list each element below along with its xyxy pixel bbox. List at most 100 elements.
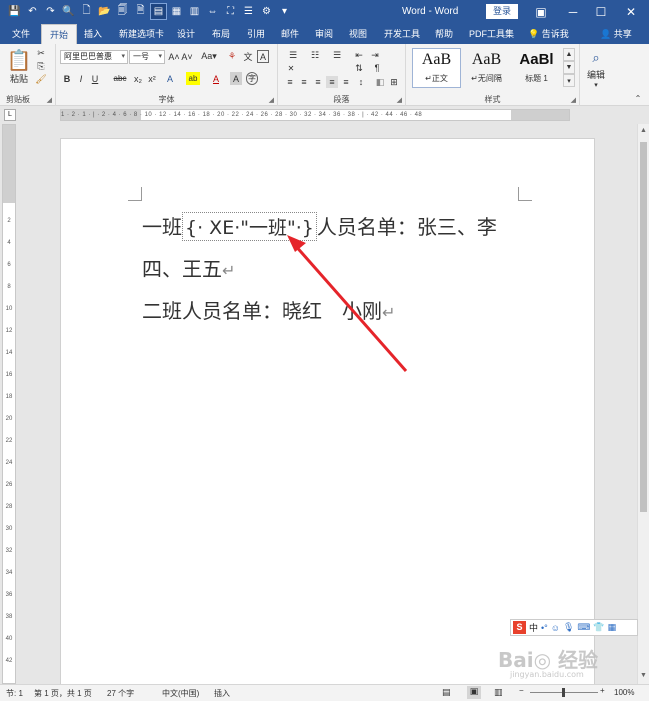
paragraph-launcher-icon[interactable]: ◢ bbox=[397, 96, 402, 104]
numbering-icon[interactable]: ☷ bbox=[306, 48, 324, 62]
scroll-down-icon[interactable]: ▼ bbox=[640, 672, 647, 679]
tab-help[interactable]: 帮助 bbox=[435, 24, 453, 44]
chevron-down-icon[interactable]: ▾ bbox=[590, 80, 602, 90]
redo-icon[interactable]: ↷ bbox=[42, 3, 59, 20]
character-border-icon[interactable]: A bbox=[257, 50, 269, 63]
tab-layout[interactable]: 布局 bbox=[212, 24, 230, 44]
align-center-icon[interactable]: ≡ bbox=[298, 76, 310, 88]
shrink-font-icon[interactable]: A˅ bbox=[181, 50, 193, 63]
show-marks-icon[interactable]: ¶ bbox=[370, 62, 384, 74]
print-preview-icon[interactable]: 🔍 bbox=[60, 3, 77, 20]
insert-mode-indicator[interactable]: 插入 bbox=[214, 688, 230, 699]
subscript-button[interactable]: x₂ bbox=[132, 72, 144, 85]
enclose-characters-icon[interactable]: 字 bbox=[246, 72, 258, 85]
share-button[interactable]: 👤 共享 bbox=[600, 24, 632, 44]
language-indicator[interactable]: 中文(中国) bbox=[162, 688, 199, 699]
emoji-icon[interactable]: ☺ bbox=[551, 623, 560, 633]
keyboard-icon[interactable]: ⌨ bbox=[577, 622, 590, 633]
punctuation-icon[interactable]: •° bbox=[541, 623, 548, 633]
open-icon[interactable]: 📂 bbox=[96, 3, 113, 20]
clear-formatting-icon[interactable]: ⚘ bbox=[226, 50, 238, 63]
tab-selector-icon[interactable]: L bbox=[4, 109, 16, 121]
tab-home[interactable]: 开始 bbox=[41, 24, 78, 44]
font-launcher-icon[interactable]: ◢ bbox=[269, 96, 274, 104]
zoom-in-icon[interactable]: + bbox=[600, 686, 605, 695]
login-button[interactable]: 登录 bbox=[486, 4, 518, 19]
tab-mailings[interactable]: 邮件 bbox=[281, 24, 299, 44]
paste-button[interactable]: 粘贴 bbox=[9, 72, 29, 84]
new-document-icon[interactable]: 🗋 bbox=[78, 3, 95, 20]
customize-toolbar-icon[interactable]: ▾ bbox=[276, 3, 293, 20]
chinese-layout-icon[interactable]: ✕ bbox=[284, 62, 298, 74]
view-icon[interactable]: ▤ bbox=[150, 3, 167, 20]
document-page[interactable]: 一班 {· XE·"一班"·} 人员名单：张三、李 四、王五↵ 二班人员名单：晓红 … bbox=[60, 138, 595, 684]
styles-scroll-up-icon[interactable]: ▲ bbox=[563, 48, 575, 61]
bullets-icon[interactable]: ☰ bbox=[284, 48, 302, 62]
styles-more-icon[interactable]: ▾ bbox=[563, 74, 575, 87]
save-icon[interactable]: 💾 bbox=[6, 3, 23, 20]
ime-language[interactable]: 中 bbox=[529, 621, 538, 634]
microphone-icon[interactable]: 🎙 bbox=[563, 622, 574, 633]
tab-view[interactable]: 视图 bbox=[349, 24, 367, 44]
font-name-select[interactable]: 阿里巴巴普惠 ▾ bbox=[60, 50, 128, 64]
text-effects-icon[interactable]: A bbox=[164, 72, 176, 85]
align-right-icon[interactable]: ≡ bbox=[312, 76, 324, 88]
style-no-spacing[interactable]: AaB ↵无间隔 bbox=[462, 48, 511, 88]
underline-button[interactable]: U bbox=[90, 72, 100, 85]
select-icon[interactable]: ⛶ bbox=[222, 3, 239, 20]
vertical-scrollbar[interactable]: ▲ ▼ bbox=[637, 124, 649, 684]
tab-references[interactable]: 引用 bbox=[247, 24, 265, 44]
paste-icon[interactable]: 📋 bbox=[7, 48, 32, 72]
line-spacing-icon[interactable]: ↕ bbox=[354, 76, 368, 88]
tell-me-search[interactable]: 💡 告诉我 bbox=[528, 24, 569, 44]
web-layout-icon[interactable]: ▥ bbox=[494, 687, 503, 698]
italic-button[interactable]: I bbox=[76, 72, 86, 85]
scrollbar-thumb[interactable] bbox=[640, 142, 647, 512]
zoom-slider-thumb[interactable] bbox=[562, 688, 565, 697]
distributed-icon[interactable]: ≡ bbox=[340, 76, 352, 88]
table-icon[interactable]: ▦ bbox=[168, 3, 185, 20]
undo-icon[interactable]: ↶ bbox=[24, 3, 41, 20]
sort-icon[interactable]: ⇅ bbox=[352, 62, 366, 74]
styles-launcher-icon[interactable]: ◢ bbox=[571, 96, 576, 104]
character-shading-icon[interactable]: A bbox=[230, 72, 242, 85]
decrease-indent-icon[interactable]: ⇤ bbox=[352, 48, 366, 62]
list-icon[interactable]: ☰ bbox=[240, 3, 257, 20]
bold-button[interactable]: B bbox=[62, 72, 72, 85]
justify-icon[interactable]: ≡ bbox=[326, 76, 338, 88]
ribbon-display-options-icon[interactable]: ▣ bbox=[525, 0, 557, 24]
tab-new-tab[interactable]: 新建选项卡 bbox=[119, 24, 164, 44]
styles-scroll-down-icon[interactable]: ▼ bbox=[563, 61, 575, 74]
change-case-icon[interactable]: Aa▾ bbox=[198, 50, 220, 63]
maximize-icon[interactable]: ☐ bbox=[585, 0, 617, 24]
scroll-up-icon[interactable]: ▲ bbox=[640, 127, 647, 134]
settings-icon[interactable]: ⚙ bbox=[258, 3, 275, 20]
print-layout-icon[interactable]: ▣ bbox=[467, 686, 481, 699]
columns-icon[interactable]: ▥ bbox=[186, 3, 203, 20]
cut-icon[interactable]: ✂ bbox=[35, 47, 47, 59]
section-indicator[interactable]: 节: 1 bbox=[6, 688, 23, 699]
strikethrough-button[interactable]: abc bbox=[110, 72, 130, 85]
font-size-select[interactable]: 一号 ▾ bbox=[129, 50, 165, 64]
zoom-level[interactable]: 100% bbox=[614, 688, 634, 697]
collapse-ribbon-icon[interactable]: ⌃ bbox=[632, 92, 644, 104]
close-icon[interactable]: ✕ bbox=[615, 0, 647, 24]
page-indicator[interactable]: 第 1 页，共 1 页 bbox=[34, 688, 92, 699]
highlight-color-icon[interactable]: ab bbox=[186, 72, 200, 85]
word-count[interactable]: 27 个字 bbox=[107, 688, 134, 699]
toolbox-icon[interactable]: ▦ bbox=[608, 622, 617, 633]
shading-icon[interactable]: ◧ bbox=[374, 76, 386, 88]
format-painter-icon[interactable]: 🖌 bbox=[35, 73, 47, 85]
zoom-out-icon[interactable]: − bbox=[519, 686, 524, 695]
horizontal-ruler[interactable]: 1 · 2 · 1 · | · 2 · 4 · 6 · 8 · 10 · 12 … bbox=[60, 109, 570, 121]
search-icon[interactable]: ⌕ bbox=[586, 50, 606, 66]
multilevel-list-icon[interactable]: ☰ bbox=[328, 48, 346, 62]
tab-developer[interactable]: 开发工具 bbox=[384, 24, 420, 44]
phonetic-guide-icon[interactable]: 文 bbox=[242, 50, 254, 63]
superscript-button[interactable]: x² bbox=[146, 72, 158, 85]
copy-format-icon[interactable]: 🗐 bbox=[114, 3, 131, 20]
tab-pdf-tools[interactable]: PDF工具集 bbox=[469, 24, 514, 44]
page-icon[interactable]: 🗎 bbox=[132, 3, 149, 20]
clipboard-launcher-icon[interactable]: ◢ bbox=[47, 96, 52, 104]
style-normal[interactable]: AaB ↵正文 bbox=[412, 48, 461, 88]
